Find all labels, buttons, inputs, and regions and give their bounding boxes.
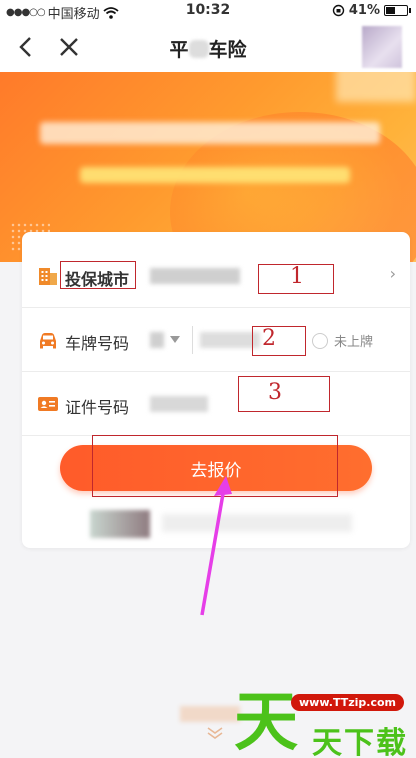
banner-blur-corner bbox=[336, 72, 416, 102]
tip-image-redacted bbox=[90, 510, 150, 538]
annotation-box-2 bbox=[252, 326, 306, 356]
row-insured-city[interactable]: 投保城市 1 › bbox=[22, 244, 410, 308]
battery-percent: 41% bbox=[348, 3, 380, 18]
annotation-number-2: 2 bbox=[262, 326, 276, 351]
label-id-number: 证件号码 bbox=[65, 398, 130, 417]
battery-icon bbox=[384, 5, 411, 16]
unregistered-label: 未上牌 bbox=[334, 335, 374, 350]
label-plate-number: 车牌号码 bbox=[65, 334, 130, 353]
watermark-text: 天下载 bbox=[312, 726, 408, 758]
row-id-number[interactable]: 证件号码 3 bbox=[22, 372, 410, 436]
plate-input-redacted[interactable] bbox=[200, 332, 260, 348]
watermark-logo: 天 bbox=[234, 686, 298, 758]
title-redaction bbox=[188, 40, 209, 58]
page-title-left: 平 bbox=[169, 39, 189, 61]
banner-headline-redacted bbox=[40, 122, 380, 144]
avatar[interactable] bbox=[362, 26, 402, 68]
page-title: 平车险 bbox=[0, 35, 416, 62]
radio-circle-icon bbox=[312, 332, 328, 349]
building-icon bbox=[39, 268, 57, 285]
double-chevron-down-icon[interactable] bbox=[206, 726, 224, 740]
car-icon bbox=[40, 333, 56, 349]
province-prefix-redacted[interactable] bbox=[150, 332, 164, 348]
dropdown-caret-icon[interactable] bbox=[170, 336, 180, 343]
site-watermark: 天 www.TTzip.com 天下载 bbox=[234, 688, 414, 758]
annotation-number-3: 3 bbox=[268, 380, 282, 405]
city-value-redacted bbox=[150, 268, 240, 284]
annotation-number-1: 1 bbox=[290, 264, 304, 289]
status-bar: ●●●○○ 中国移动 10:32 41% bbox=[0, 0, 416, 22]
status-right: 41% bbox=[332, 3, 411, 18]
navigation-bar: 平车险 bbox=[0, 22, 416, 72]
bottom-hint-redacted bbox=[180, 706, 240, 722]
chevron-right-icon: › bbox=[389, 264, 396, 283]
annotation-box-label bbox=[60, 261, 136, 289]
annotation-box-3 bbox=[238, 376, 330, 412]
annotation-arrow-icon bbox=[200, 476, 232, 616]
watermark-url: www.TTzip.com bbox=[291, 694, 404, 711]
id-value-redacted[interactable] bbox=[150, 396, 208, 412]
field-divider bbox=[192, 326, 193, 354]
page-title-right: 车险 bbox=[208, 39, 247, 61]
id-card-icon bbox=[38, 397, 58, 411]
unregistered-radio[interactable]: 未上牌 bbox=[312, 331, 373, 350]
orientation-lock-icon bbox=[332, 4, 345, 17]
banner-subline-redacted bbox=[80, 167, 350, 183]
row-plate-number[interactable]: 车牌号码 2 未上牌 bbox=[22, 308, 410, 372]
